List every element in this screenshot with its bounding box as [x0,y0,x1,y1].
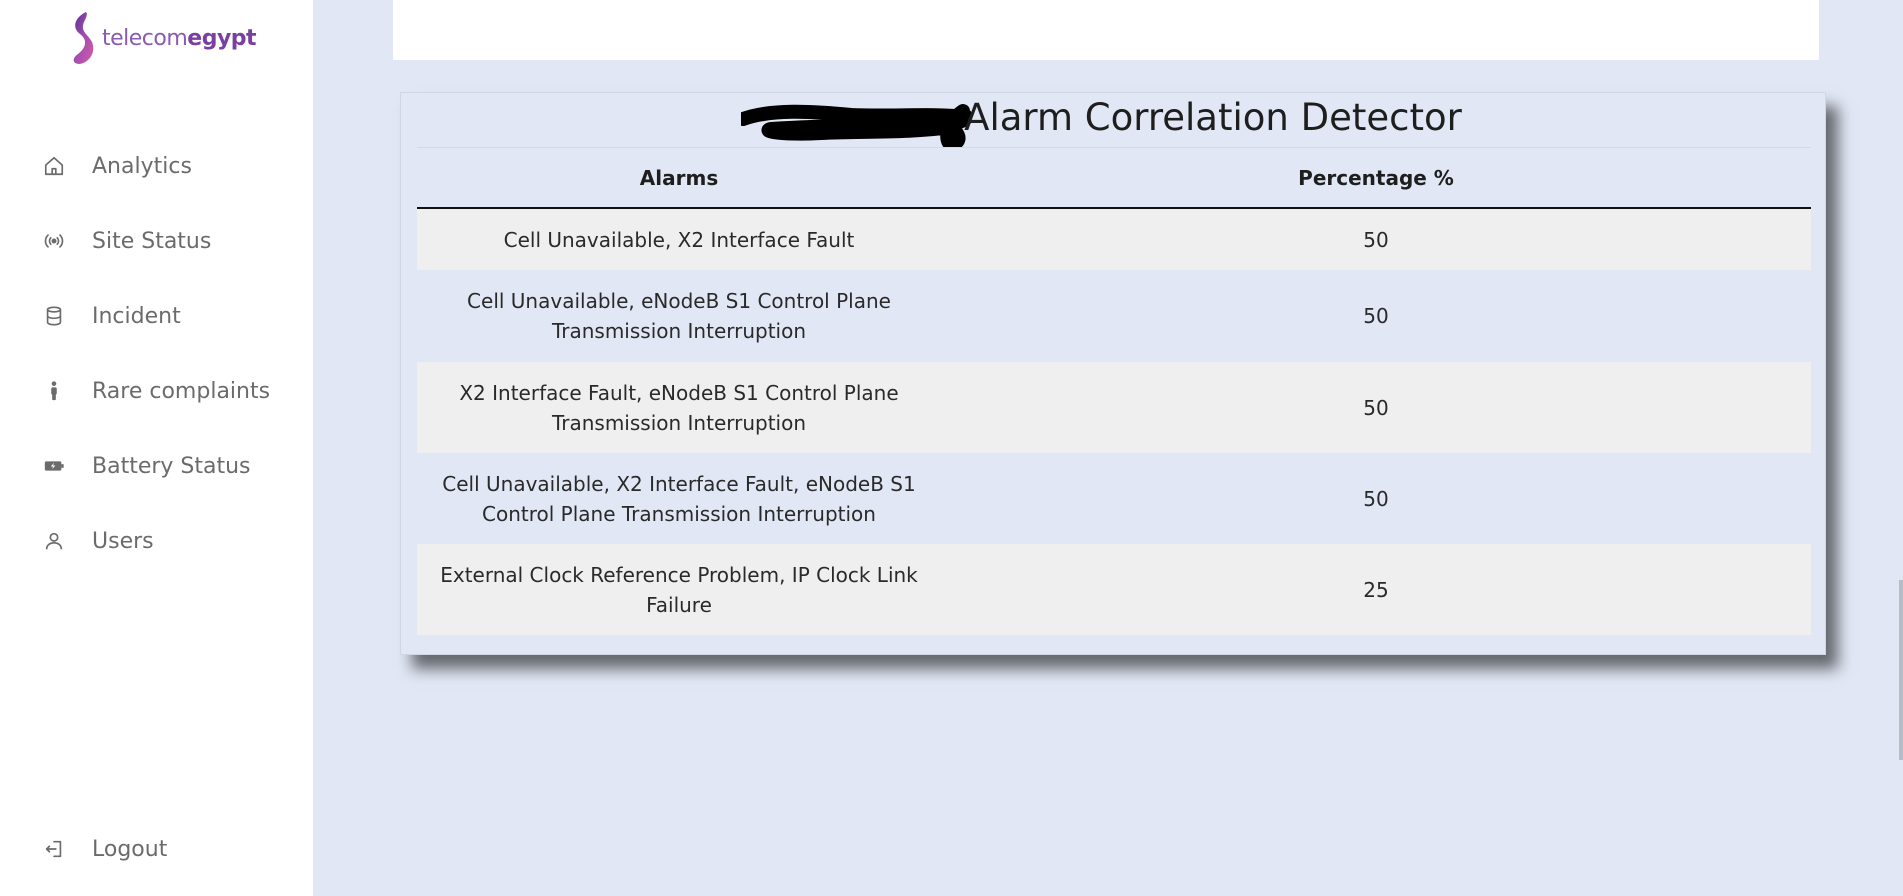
percentage-cell: 50 [1363,486,1389,511]
sidebar-item-label: Site Status [92,228,212,254]
person-icon [42,379,66,403]
battery-icon [42,454,66,478]
percentage-cell: 50 [1363,304,1389,328]
top-card [393,0,1819,60]
page-scrollbar[interactable] [1899,580,1903,760]
alarms-cell: Cell Unavailable, X2 Interface Fault, eN… [442,471,916,526]
sidebar-item-battery-status[interactable]: Battery Status [42,446,251,486]
column-header-alarms[interactable]: Alarms [417,148,941,207]
alarms-cell: Cell Unavailable, eNodeB S1 Control Plan… [467,289,891,343]
percentage-cell: 50 [1363,395,1389,420]
alarms-cell: Cell Unavailable, X2 Interface Fault [503,227,855,252]
sidebar-item-label: Battery Status [92,453,251,479]
sidebar-item-incident[interactable]: Incident [42,296,181,336]
alarm-correlation-panel: Alarm Correlation Detector Alarms Percen… [400,92,1826,655]
table-row: X2 Interface Fault, eNodeB S1 Control Pl… [417,362,1811,453]
logo-mark-icon [73,12,94,64]
sidebar-item-site-status[interactable]: Site Status [42,221,211,261]
broadcast-icon [42,229,66,253]
sidebar-item-label: Rare complaints [92,378,271,404]
table-row: External Clock Reference Problem, IP Clo… [417,544,1811,635]
sidebar-item-label: Analytics [92,153,192,179]
logout-button[interactable]: Logout [42,829,167,869]
column-header-percentage[interactable]: Percentage % [941,148,1811,207]
sidebar: telecomegypt Analytics Site Status Incid… [0,0,313,896]
logout-icon [42,837,66,861]
logo-text: telecomegypt [102,25,257,51]
table-row: Cell Unavailable, eNodeB S1 Control Plan… [417,270,1811,362]
alarms-cell: External Clock Reference Problem, IP Clo… [440,562,918,617]
percentage-cell: 25 [1363,577,1389,602]
logout-label: Logout [92,836,168,862]
sidebar-item-analytics[interactable]: Analytics [42,146,192,186]
panel-title: Alarm Correlation Detector [964,96,1462,139]
database-icon [42,304,66,328]
table-row: Cell Unavailable, X2 Interface Fault, eN… [417,453,1811,544]
sidebar-item-label: Incident [92,303,181,329]
sidebar-item-rare-complaints[interactable]: Rare complaints [42,371,270,411]
sidebar-item-label: Users [92,528,154,554]
alarms-cell: X2 Interface Fault, eNodeB S1 Control Pl… [459,380,899,435]
alarm-table: Alarms Percentage % Cell Unavailable, X2… [417,147,1811,635]
brand-suffix: egypt [187,25,257,51]
table-header: Alarms Percentage % [417,147,1811,209]
telecomegypt-logo[interactable]: telecomegypt [66,10,257,66]
sidebar-item-users[interactable]: Users [42,521,154,561]
percentage-cell: 50 [1363,227,1389,252]
home-icon [42,154,66,178]
user-icon [42,529,66,553]
table-row: Cell Unavailable, X2 Interface Fault 50 [417,209,1811,270]
brand-prefix: telecom [102,25,188,51]
